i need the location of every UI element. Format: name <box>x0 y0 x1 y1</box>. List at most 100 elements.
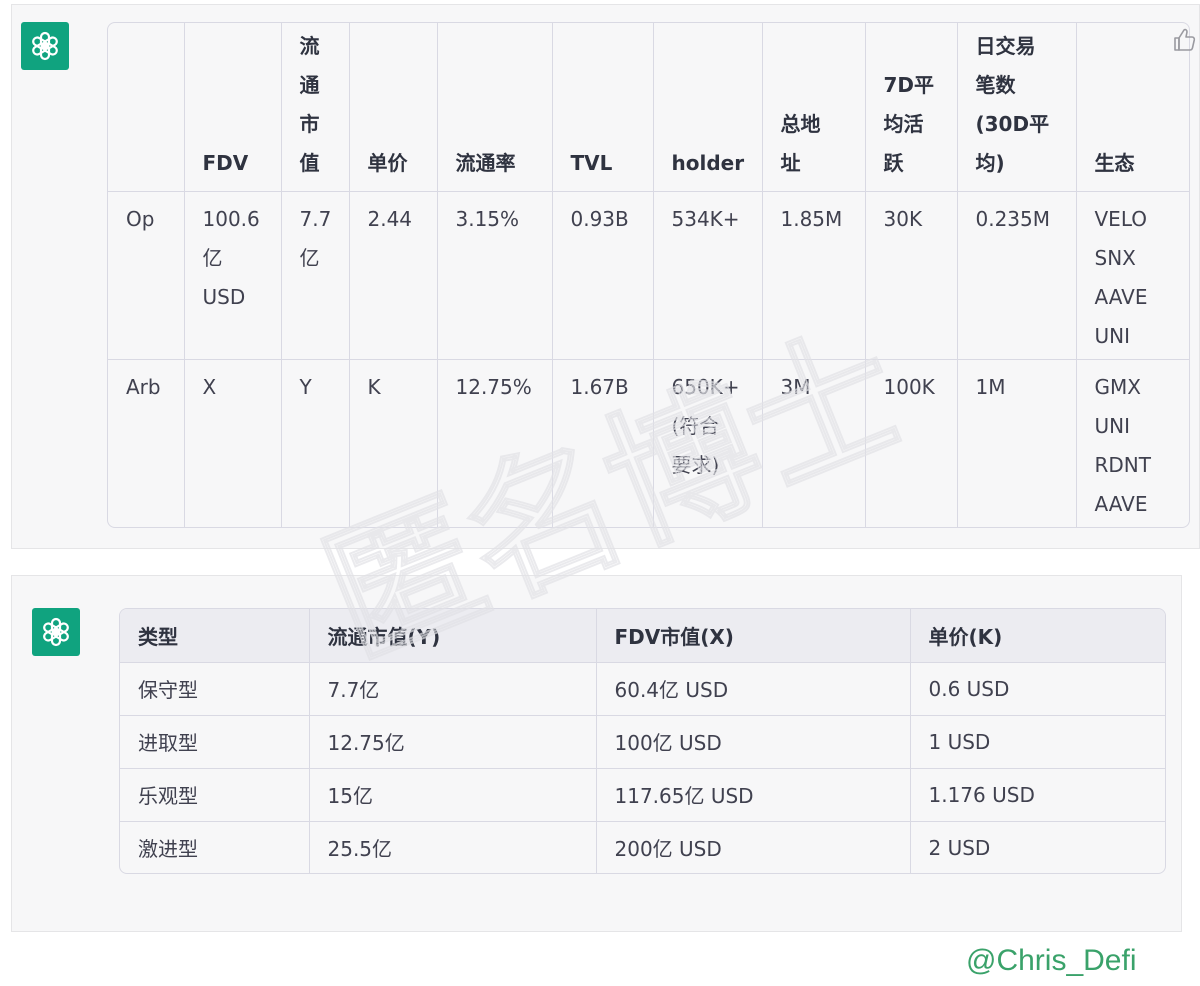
cell-holder: 534K+ <box>652 190 763 360</box>
table-cell: 7.7亿 <box>308 661 597 716</box>
column-header-holder: holder <box>652 23 763 192</box>
cell-text: SNX <box>1094 245 1136 270</box>
header-text: (30D平 <box>975 111 1050 136</box>
cell-name: Arb <box>108 358 185 527</box>
cell-price: K <box>348 358 438 527</box>
header-text: 单价 <box>367 150 408 175</box>
cell-circ-rate: 3.15% <box>436 190 553 360</box>
cell-text: USD <box>202 284 246 309</box>
openai-logo-icon <box>21 22 69 70</box>
table-cell: 0.6 USD <box>909 661 1165 716</box>
table-cell: 117.65亿 USD <box>595 767 911 822</box>
cell-fdv: X <box>183 358 282 527</box>
header-text: 市 <box>299 111 320 136</box>
table-cell: 激进型 <box>120 820 310 873</box>
column-header-name <box>108 23 185 192</box>
cell-text: 100.6 <box>202 206 260 231</box>
table-row: 进取型 12.75亿 100亿 USD 1 USD <box>120 714 1165 769</box>
cell-text: GMX <box>1094 374 1141 399</box>
cell-fdv: 100.6 亿 USD <box>183 190 282 360</box>
column-header-daily-tx: 日交易 笔数 (30D平 均) <box>956 23 1077 192</box>
cell-text: 12.75% <box>455 374 532 399</box>
cell-tvl: 0.93B <box>551 190 654 360</box>
cell-text: 3M <box>780 374 811 399</box>
cell-text: VELO <box>1094 206 1148 231</box>
header-text: 总地 <box>780 111 821 136</box>
table-row: 乐观型 15亿 117.65亿 USD 1.176 USD <box>120 767 1165 822</box>
header-text: TVL <box>570 150 613 175</box>
cell-ecosystem: GMX UNI RDNT AAVE <box>1075 358 1189 527</box>
header-text: 7D平 <box>883 72 935 97</box>
metrics-table-container: FDV 流通市值单价 流通率 TVL holder 总地址 7D平 均活跃日交易 笔数 (30D平… <box>107 22 1190 528</box>
header-text: 流 <box>299 33 320 58</box>
cell-text: 亿 <box>202 245 223 270</box>
table-cell: 15亿 <box>308 767 597 822</box>
table-cell: 1.176 USD <box>909 767 1165 822</box>
metrics-table: FDV 流通市值单价 流通率 TVL holder 总地址 7D平 均活跃日交易 笔数 (30D平… <box>108 23 1189 527</box>
cell-text: Arb <box>126 374 161 399</box>
table-cell: 1 USD <box>909 714 1165 769</box>
table-cell: 100亿 USD <box>595 714 911 769</box>
table-row: 保守型 7.7亿 60.4亿 USD 0.6 USD <box>120 661 1165 716</box>
cell-circ-mcap: Y <box>280 358 350 527</box>
cell-text: 3.15% <box>455 206 520 231</box>
cell-price: 2.44 <box>348 190 438 360</box>
header-text: holder <box>671 150 745 175</box>
table-cell: 12.75亿 <box>308 714 597 769</box>
header-text: 通 <box>299 72 320 97</box>
cell-text: UNI <box>1094 323 1131 348</box>
column-header-active-7d: 7D平 均活跃 <box>864 23 958 192</box>
cell-daily-tx: 0.235M <box>956 190 1077 360</box>
cell-active-7d: 100K <box>864 358 958 527</box>
cell-addresses: 1.85M <box>761 190 866 360</box>
cell-tvl: 1.67B <box>551 358 654 527</box>
table-cell: 进取型 <box>120 714 310 769</box>
thumbs-up-icon[interactable] <box>1172 27 1198 53</box>
cell-text: X <box>202 374 217 399</box>
cell-text: K <box>367 374 381 399</box>
cell-text: AAVE <box>1094 284 1148 309</box>
table-cell: 保守型 <box>120 661 310 716</box>
column-header-addresses: 总地址 <box>761 23 866 192</box>
scenario-table-container: 类型 流通市值(Y) FDV市值(X) 单价(K) 保守型 7.7亿 60.4亿 USD 0… <box>119 608 1166 874</box>
chat-message-1: FDV 流通市值单价 流通率 TVL holder 总地址 7D平 均活跃日交易 笔数 (30D平… <box>11 4 1200 549</box>
table-row: 激进型 25.5亿 200亿 USD 2 USD <box>120 820 1165 873</box>
cell-text: 要求) <box>671 452 720 477</box>
cell-text: 650K+ <box>671 374 740 399</box>
cell-addresses: 3M <box>761 358 866 527</box>
cell-text: 534K+ <box>671 206 740 231</box>
cell-text: 0.93B <box>570 206 629 231</box>
cell-holder: 650K+ (符合 要求) <box>652 358 763 527</box>
column-header-tvl: TVL <box>551 23 654 192</box>
cell-daily-tx: 1M <box>956 358 1077 527</box>
table-cell: 2 USD <box>909 820 1165 873</box>
cell-circ-mcap: 7.7 亿 <box>280 190 350 360</box>
author-credit: @Chris_Defi <box>966 944 1137 977</box>
cell-text: Op <box>126 206 155 231</box>
header-text: 跃 <box>883 150 904 175</box>
cell-text: 1M <box>975 374 1006 399</box>
column-header-circ-mcap: 流通市值 <box>280 23 350 192</box>
openai-logo-icon <box>32 608 80 656</box>
cell-text: 30K <box>883 206 923 231</box>
table-cell: 乐观型 <box>120 767 310 822</box>
table-cell: 60.4亿 USD <box>595 661 911 716</box>
cell-active-7d: 30K <box>864 190 958 360</box>
cell-circ-rate: 12.75% <box>436 358 553 527</box>
header-text: 均) <box>975 150 1005 175</box>
cell-text: AAVE <box>1094 491 1148 516</box>
table-cell: 200亿 USD <box>595 820 911 873</box>
header-text: 日交易 <box>975 33 1036 58</box>
header-text: 生态 <box>1094 150 1135 175</box>
cell-text: RDNT <box>1094 452 1151 477</box>
cell-text: 7.7 <box>299 206 332 231</box>
scenario-table: 类型 流通市值(Y) FDV市值(X) 单价(K) 保守型 7.7亿 60.4亿 USD 0… <box>120 609 1165 873</box>
column-header: FDV市值(X) <box>595 609 911 663</box>
column-header-circ-rate: 流通率 <box>436 23 553 192</box>
cell-text: 1.67B <box>570 374 629 399</box>
header-text: 流通率 <box>455 150 516 175</box>
table-row: Arb X Y K 12.75% 1.67B 650K+ (符合 要求) 3M 100K 1M GMX U… <box>108 358 1189 527</box>
chat-message-2: 类型 流通市值(Y) FDV市值(X) 单价(K) 保守型 7.7亿 60.4亿 USD 0… <box>11 575 1182 932</box>
metrics-table-header-row: FDV 流通市值单价 流通率 TVL holder 总地址 7D平 均活跃日交易 笔数 (30D平… <box>108 23 1189 192</box>
cell-name: Op <box>108 190 185 360</box>
